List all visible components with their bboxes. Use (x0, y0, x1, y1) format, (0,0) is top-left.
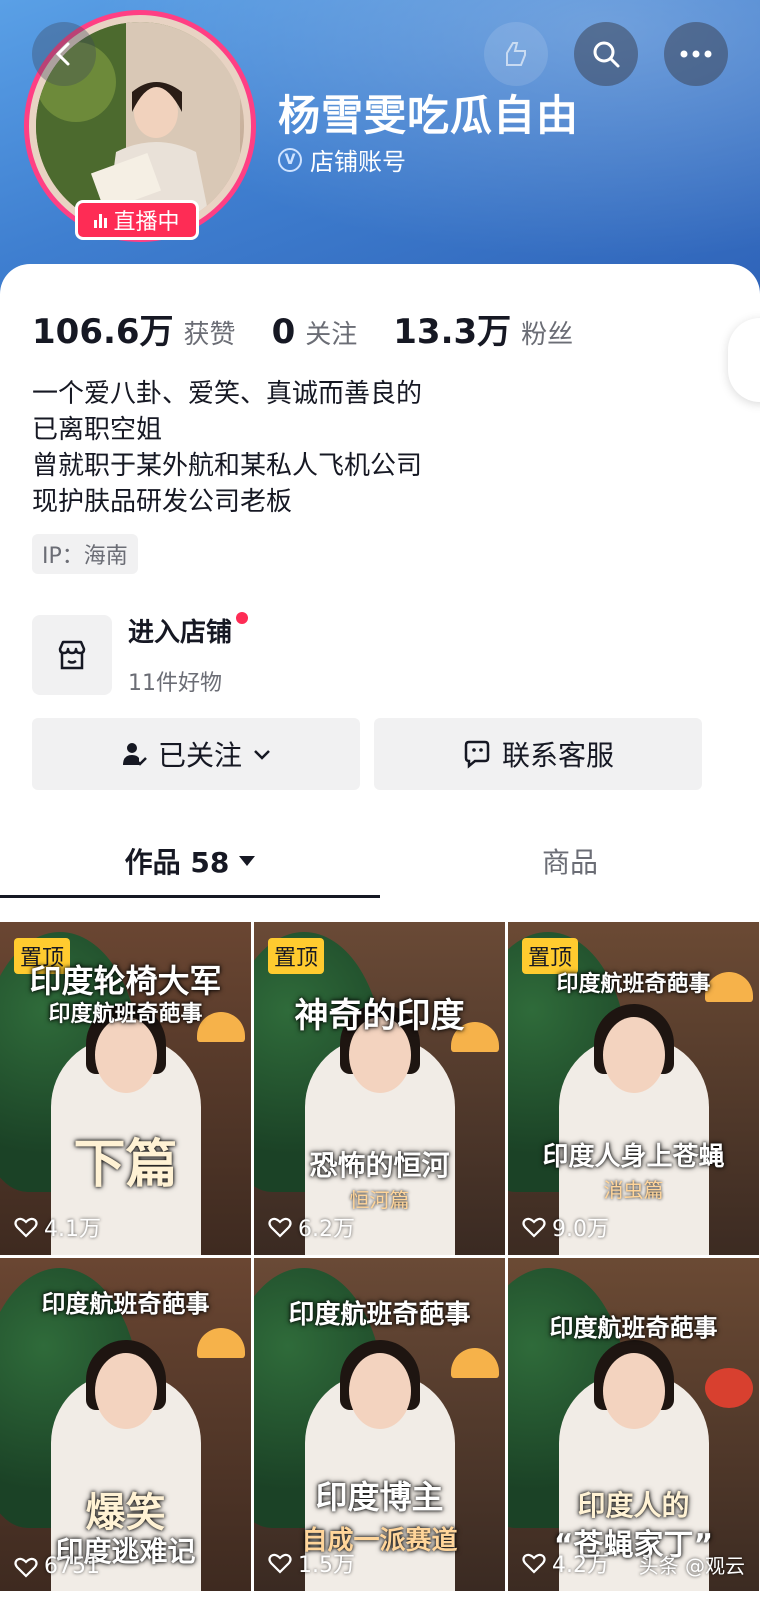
account-type: V 店铺账号 (278, 142, 406, 177)
bio-line: 现护肤品研发公司老板 (32, 487, 293, 517)
back-button[interactable] (32, 22, 96, 86)
account-type-label: 店铺账号 (310, 148, 406, 176)
contact-service-label: 联系客服 (501, 739, 614, 772)
video-subtitle: 印度航班奇葩事 (48, 1002, 203, 1027)
bio-line: 一个爱八卦、爱笑、真诚而善良的 (32, 379, 423, 409)
stat-value: 106.6万 (32, 312, 174, 352)
likes-count: 9.0万 (552, 1217, 609, 1242)
stat-likes[interactable]: 106.6万 获赞 (32, 304, 236, 353)
notification-dot (236, 612, 249, 624)
video-subcaption: 消虫篇 (603, 1178, 664, 1202)
search-icon (593, 41, 620, 68)
stat-label: 关注 (305, 320, 358, 350)
video-tile[interactable]: 印度航班奇葩事 印度博主 自成一派赛道 1.5万 (254, 1258, 505, 1591)
lamp-decoration (705, 1368, 753, 1408)
more-button[interactable] (664, 22, 728, 86)
video-likes: 1.5万 (268, 1547, 355, 1579)
more-dots-icon (680, 50, 712, 58)
heart-icon (268, 1553, 292, 1574)
tab-works-label: 作品 58 (124, 846, 230, 879)
heart-icon (522, 1553, 546, 1574)
shop-text: 进入店铺 11件好物 (128, 612, 249, 697)
video-subtitle: 印度航班奇葩事 (556, 972, 711, 997)
video-likes: 9.0万 (522, 1211, 609, 1243)
stat-value: 0 (271, 312, 296, 352)
face (602, 1353, 665, 1429)
video-caption: 恐怖的恒河 (309, 1149, 450, 1182)
video-subcaption: 恒河篇 (349, 1188, 410, 1212)
video-grid: 置顶 印度轮椅大军 印度航班奇葩事 下篇 4.1万 置顶 神奇的印度 恐怖的恒河… (0, 922, 760, 1591)
heart-icon (14, 1557, 38, 1578)
pinned-badge: 置顶 (268, 938, 325, 974)
video-likes: 6751 (14, 1554, 100, 1579)
heart-icon (268, 1217, 292, 1238)
tab-goods[interactable]: 商品 (380, 824, 760, 898)
heart-icon (14, 1217, 38, 1238)
video-caption: 印度人的 (577, 1489, 690, 1522)
video-title: 神奇的印度 (294, 996, 465, 1036)
bio-line: 曾就职于某外航和某私人飞机公司 (32, 451, 423, 481)
stat-label: 粉丝 (521, 320, 574, 350)
chevron-down-icon (254, 750, 270, 760)
contact-service-button[interactable]: 联系客服 (374, 718, 702, 790)
live-badge-label: 直播中 (113, 210, 180, 235)
face (94, 1017, 157, 1093)
video-tile[interactable]: 印度航班奇葩事 印度人的 “苍蝇家丁” 4.2万 头条 @观云 (508, 1258, 759, 1591)
tab-goods-label: 商品 (541, 846, 598, 879)
verified-icon: V (278, 147, 302, 172)
watermark: 头条 @观云 (638, 1554, 745, 1578)
stat-following[interactable]: 0 关注 (272, 312, 358, 352)
video-tile[interactable]: 置顶 神奇的印度 恐怖的恒河 恒河篇 6.2万 (254, 922, 505, 1255)
shop-title: 进入店铺 (128, 612, 249, 649)
video-subtitle: 印度航班奇葩事 (41, 1290, 210, 1318)
live-bars-icon (94, 212, 108, 228)
following-button[interactable]: 已关注 (32, 718, 360, 790)
stat-fans[interactable]: 13.3万 粉丝 (393, 304, 573, 353)
heart-icon (522, 1217, 546, 1238)
following-label: 已关注 (157, 739, 242, 772)
face (348, 1353, 411, 1429)
caret-down-icon (239, 856, 256, 866)
video-likes: 4.1万 (14, 1211, 101, 1243)
likes-count: 4.2万 (552, 1553, 609, 1578)
video-subtitle: 印度航班奇葩事 (549, 1314, 718, 1342)
profile-page: 直播中 杨雪雯吃瓜自由 V 店铺账号 106.6万 获赞 0 关注 13.3万 … (0, 0, 760, 1607)
profile-name: 杨雪雯吃瓜自由 (278, 91, 580, 140)
likes-count: 4.1万 (44, 1217, 101, 1242)
likes-count: 6.2万 (298, 1217, 355, 1242)
bio-line: 已离职空姐 (32, 415, 163, 445)
video-likes: 4.2万 (522, 1547, 609, 1579)
shop-title-label: 进入店铺 (128, 618, 233, 648)
stat-label: 获赞 (183, 320, 236, 350)
video-caption: 印度人身上苍蝇 (542, 1142, 725, 1172)
face (94, 1353, 157, 1429)
shop-icon (32, 614, 112, 695)
likes-count: 6751 (44, 1554, 100, 1579)
stat-value: 13.3万 (393, 312, 512, 352)
video-caption: 印度博主 (315, 1478, 444, 1516)
search-button[interactable] (574, 22, 638, 86)
live-badge[interactable]: 直播中 (75, 200, 199, 240)
video-likes: 6.2万 (268, 1211, 355, 1243)
video-subtitle: 印度航班奇葩事 (288, 1300, 471, 1330)
share-button[interactable] (484, 22, 548, 86)
tab-works[interactable]: 作品 58 (0, 824, 380, 898)
user-check-icon (122, 743, 147, 766)
video-tile[interactable]: 印度航班奇葩事 爆笑 印度逃难记 6751 (0, 1258, 251, 1591)
bio: 一个爱八卦、爱笑、真诚而善良的 已离职空姐 曾就职于某外航和某私人飞机公司 现护… (32, 376, 422, 520)
video-tile[interactable]: 置顶 印度航班奇葩事 印度人身上苍蝇 消虫篇 9.0万 (508, 922, 759, 1255)
likes-count: 1.5万 (298, 1553, 355, 1578)
chevron-left-icon (55, 42, 70, 66)
chat-icon (464, 740, 490, 769)
shop-subtitle: 11件好物 (128, 671, 222, 696)
ip-location-tag: IP：海南 (32, 534, 138, 574)
action-buttons: 已关注 联系客服 (32, 718, 702, 790)
tab-bar: 作品 58 商品 (0, 824, 760, 898)
hand-point-icon (506, 42, 526, 66)
face (602, 1017, 665, 1093)
video-caption: 下篇 (73, 1135, 178, 1195)
shop-entry[interactable]: 进入店铺 11件好物 (32, 612, 249, 697)
stats-row: 106.6万 获赞 0 关注 13.3万 粉丝 (32, 304, 609, 353)
video-tile[interactable]: 置顶 印度轮椅大军 印度航班奇葩事 下篇 4.1万 (0, 922, 251, 1255)
